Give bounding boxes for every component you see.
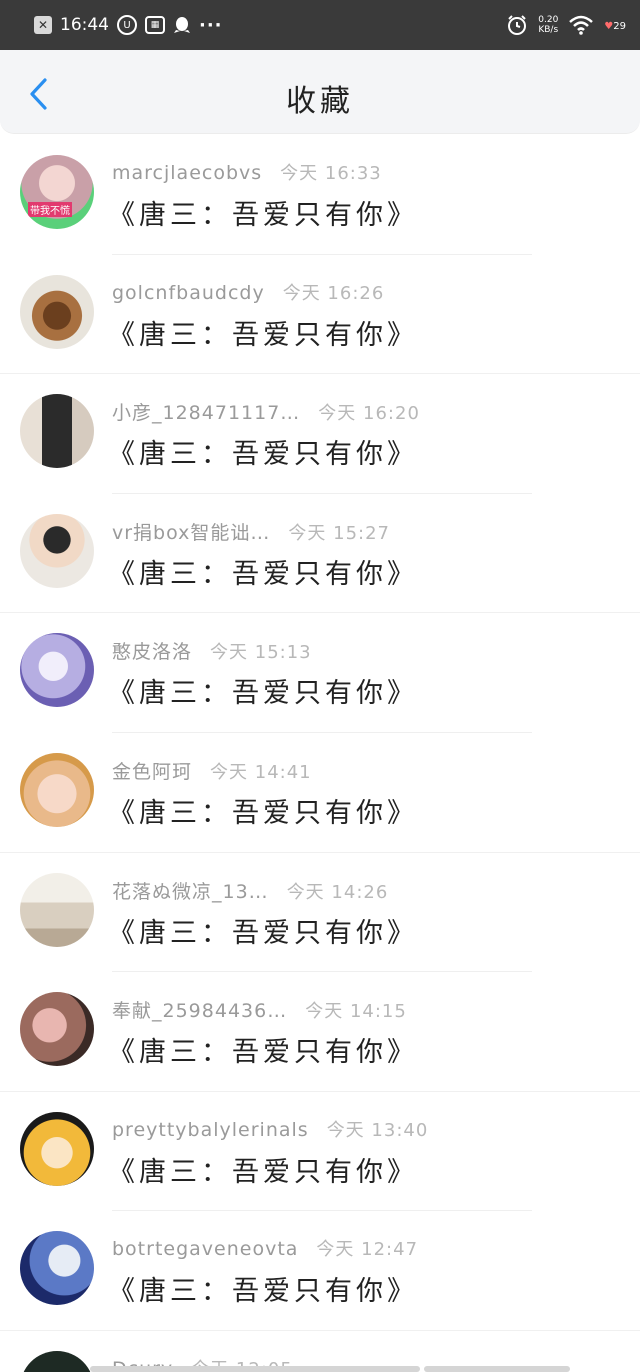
username[interactable]: 花落ぬ微凉_13… [112, 877, 269, 904]
page-title: 收藏 [286, 84, 354, 119]
timestamp: 今天 15:27 [288, 522, 391, 544]
item-meta: botrtegaveneovta 今天 12:47 [112, 1235, 418, 1261]
item-title: 《唐三：吾爱只有你》 [108, 439, 418, 471]
username[interactable]: 金色阿珂 [112, 757, 192, 784]
avatar [20, 1111, 94, 1186]
item-meta: 憨皮洛洛 今天 15:13 [112, 637, 312, 664]
status-time: 16:44 [60, 15, 109, 35]
username[interactable]: vr捐box智能诎… [112, 518, 270, 545]
list-item[interactable]: botrtegaveneovta 今天 12:47 《唐三：吾爱只有你》 [0, 1211, 640, 1331]
item-title: 《唐三：吾爱只有你》 [108, 1156, 418, 1188]
timestamp: 今天 15:13 [210, 642, 312, 664]
wifi-icon [568, 15, 594, 35]
screenshot-icon: ▦ [145, 16, 165, 34]
list-item[interactable]: 带我不慌 marcjlaecobvs 今天 16:33 《唐三：吾爱只有你》 [0, 135, 640, 255]
favorites-list: 带我不慌 marcjlaecobvs 今天 16:33 《唐三：吾爱只有你》 g… [0, 135, 640, 1372]
item-title: 《唐三：吾爱只有你》 [108, 1276, 418, 1308]
item-meta: 奉献_25984436… 今天 14:15 [112, 996, 407, 1023]
username[interactable]: marcjlaecobvs [112, 162, 262, 184]
avatar [20, 274, 94, 349]
list-item[interactable]: 小彦_128471117… 今天 16:20 《唐三：吾爱只有你》 [0, 374, 640, 494]
avatar [20, 513, 94, 588]
username[interactable]: botrtegaveneovta [112, 1238, 298, 1260]
item-meta: 小彦_128471117… 今天 16:20 [112, 398, 420, 425]
avatar [20, 752, 94, 827]
list-item[interactable]: vr捐box智能诎… 今天 15:27 《唐三：吾爱只有你》 [0, 494, 640, 614]
status-left: ✕ 16:44 U ▦ ··· [34, 15, 223, 36]
timestamp: 今天 14:15 [305, 1001, 407, 1023]
avatar [20, 1350, 94, 1372]
list-item[interactable]: 憨皮洛洛 今天 15:13 《唐三：吾爱只有你》 [0, 613, 640, 733]
network-speed-unit: KB/s [538, 25, 559, 35]
avatar [20, 633, 94, 708]
avatar [20, 872, 94, 947]
list-item[interactable]: golcnfbaudcdy 今天 16:26 《唐三：吾爱只有你》 [0, 255, 640, 375]
item-meta: golcnfbaudcdy 今天 16:26 [112, 279, 384, 305]
notification-app-icon: U [117, 15, 137, 35]
timestamp: 今天 14:41 [210, 761, 312, 783]
alarm-icon [506, 14, 528, 36]
avatar [20, 992, 94, 1067]
item-meta: 金色阿珂 今天 14:41 [112, 757, 312, 784]
avatar [20, 1231, 94, 1306]
item-title: 《唐三：吾爱只有你》 [108, 1037, 418, 1069]
header: 收藏 [0, 50, 640, 134]
network-speed-value: 0.20 [538, 15, 559, 25]
timestamp: 今天 13:40 [326, 1119, 429, 1141]
network-speed: 0.20 KB/s [538, 15, 558, 35]
more-notifications-icon: ··· [199, 14, 223, 36]
username[interactable]: preyttybalylerinals [112, 1119, 309, 1141]
timestamp: 今天 14:26 [286, 881, 389, 903]
list-item[interactable]: 金色阿珂 今天 14:41 《唐三：吾爱只有你》 [0, 733, 640, 853]
item-title: 《唐三：吾爱只有你》 [108, 558, 418, 590]
status-bar: ✕ 16:44 U ▦ ··· 0.20 KB/s ♥29 [0, 0, 640, 50]
horizontal-scrollbar-segment[interactable] [424, 1366, 570, 1372]
username[interactable]: 小彦_128471117… [112, 398, 300, 425]
timestamp: 今天 16:26 [282, 282, 385, 304]
item-title: 《唐三：吾爱只有你》 [108, 917, 418, 949]
item-meta: preyttybalylerinals 今天 13:40 [112, 1116, 428, 1142]
avatar: 带我不慌 [20, 155, 94, 229]
username[interactable]: 憨皮洛洛 [112, 637, 192, 664]
list-item[interactable]: preyttybalylerinals 今天 13:40 《唐三：吾爱只有你》 [0, 1092, 640, 1212]
avatar [20, 394, 94, 469]
battery-icon: ♥ [604, 20, 614, 32]
list-item[interactable]: 奉献_25984436… 今天 14:15 《唐三：吾爱只有你》 [0, 972, 640, 1092]
battery-indicator: ♥29 [604, 19, 626, 32]
list-item[interactable]: 花落ぬ微凉_13… 今天 14:26 《唐三：吾爱只有你》 [0, 853, 640, 973]
horizontal-scrollbar[interactable] [90, 1366, 420, 1372]
item-meta: marcjlaecobvs 今天 16:33 [112, 159, 382, 185]
avatar-label: 带我不慌 [28, 202, 72, 217]
timestamp: 今天 12:47 [316, 1239, 419, 1261]
username[interactable]: 奉献_25984436… [112, 996, 287, 1023]
username[interactable]: golcnfbaudcdy [112, 282, 265, 304]
item-title: 《唐三：吾爱只有你》 [108, 200, 418, 231]
timestamp: 今天 16:33 [280, 163, 382, 184]
item-meta: vr捐box智能诎… 今天 15:27 [112, 518, 390, 545]
status-right: 0.20 KB/s ♥29 [506, 14, 626, 36]
item-meta: 花落ぬ微凉_13… 今天 14:26 [112, 877, 388, 904]
app-close-icon: ✕ [34, 16, 52, 34]
battery-level: 29 [613, 20, 626, 32]
item-title: 《唐三：吾爱只有你》 [108, 319, 418, 351]
timestamp: 今天 16:20 [318, 403, 420, 425]
qq-icon [173, 15, 191, 35]
item-title: 《唐三：吾爱只有你》 [108, 797, 418, 829]
item-title: 《唐三：吾爱只有你》 [108, 678, 418, 710]
